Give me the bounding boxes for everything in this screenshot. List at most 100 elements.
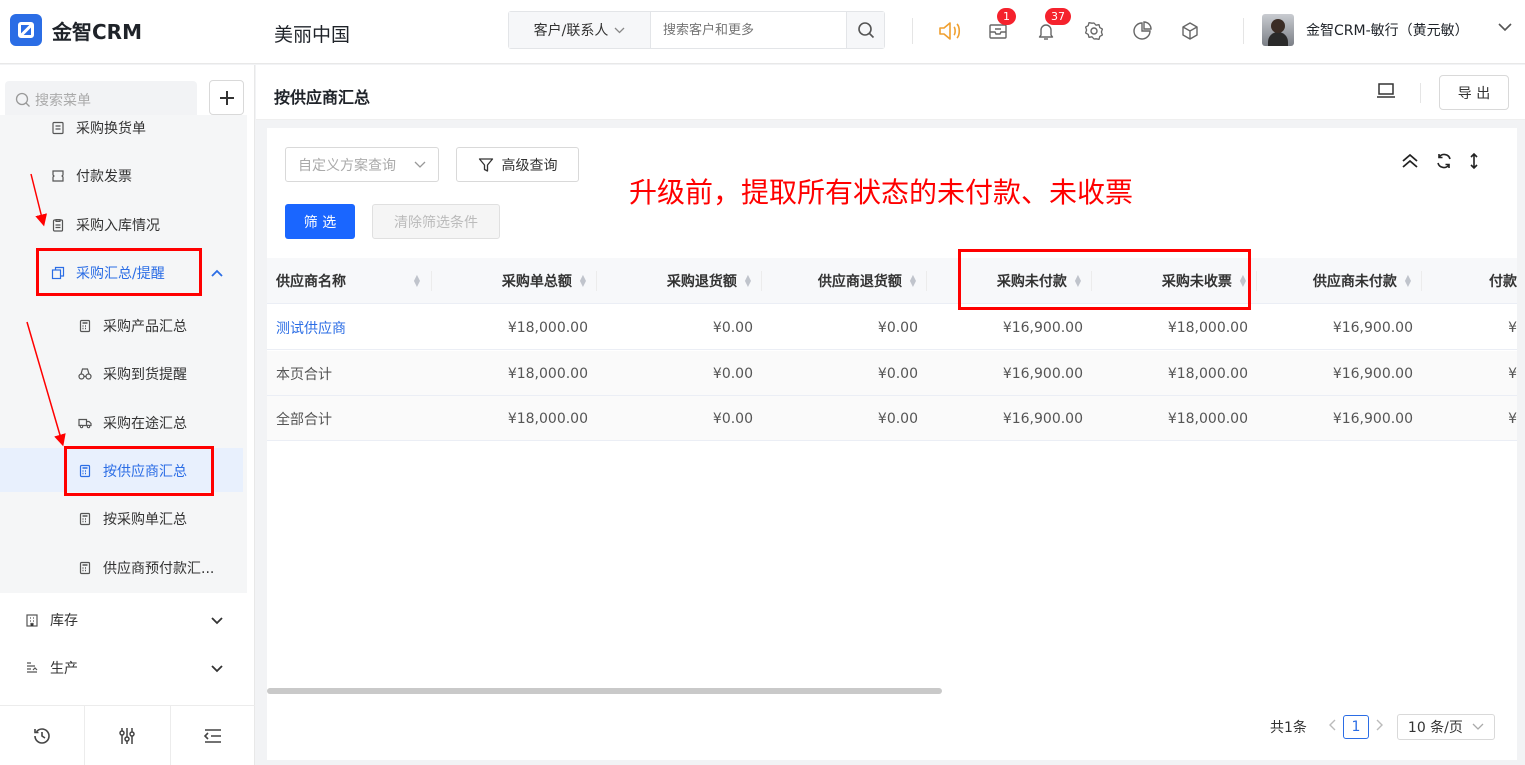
sidebar-item-production[interactable]: 生产 bbox=[24, 658, 229, 678]
column-header-supplier-return[interactable]: 供应商退货额 ▲ ▼ bbox=[762, 258, 927, 304]
sidebar-item-purchase-exchange[interactable]: 采购换货单 bbox=[50, 118, 146, 138]
cell: ¥18,000.00 bbox=[507, 365, 588, 382]
chevron-down-icon bbox=[414, 157, 426, 173]
column-header-purchase-return[interactable]: 采购退货额 ▲ ▼ bbox=[597, 258, 762, 304]
report-card: 自定义方案查询 高级查询 筛 选 清除筛选条件 升级前，提取所有状态的未付款、未… bbox=[267, 128, 1517, 760]
menu-search-placeholder: 搜索菜单 bbox=[35, 93, 91, 109]
chevron-down-icon[interactable] bbox=[1498, 20, 1512, 36]
sidebar-item-label: 采购到货提醒 bbox=[103, 367, 187, 383]
refresh-button[interactable] bbox=[1435, 152, 1453, 170]
page-size-label: 10 条/页 bbox=[1407, 720, 1463, 736]
sidebar-item-prepayment[interactable]: 供应商预付款汇... bbox=[77, 558, 214, 578]
sidebar-item-in-transit[interactable]: 采购在途汇总 bbox=[77, 413, 187, 433]
clear-filters-button[interactable]: 清除筛选条件 bbox=[372, 204, 500, 239]
collapse-up-button[interactable] bbox=[1401, 153, 1419, 169]
cell: ¥ bbox=[1508, 319, 1517, 336]
history-icon bbox=[34, 727, 50, 744]
search-button[interactable] bbox=[846, 12, 884, 48]
collapse-sidebar-button[interactable] bbox=[171, 706, 255, 765]
page-number-button[interactable]: 1 bbox=[1342, 715, 1369, 739]
user-name: 金智CRM-敏行（黄元敏） bbox=[1306, 23, 1469, 39]
cell: ¥16,900.00 bbox=[1332, 319, 1413, 336]
row-label: 全部合计 bbox=[276, 411, 332, 428]
apps-button[interactable] bbox=[1175, 16, 1205, 46]
calculator-icon bbox=[77, 560, 93, 576]
search-type-select[interactable]: 客户/联系人 bbox=[509, 12, 651, 48]
row-label: 本页合计 bbox=[276, 366, 332, 383]
document-icon bbox=[50, 120, 66, 136]
binoculars-icon bbox=[77, 366, 93, 382]
sort-icon: ▲ ▼ bbox=[909, 273, 916, 288]
column-label: 采购退货额 bbox=[666, 274, 737, 290]
add-menu-button[interactable] bbox=[209, 80, 244, 115]
cell: ¥16,900.00 bbox=[1002, 365, 1083, 382]
sidebar-item-purchase-inbound[interactable]: 采购入库情况 bbox=[50, 215, 160, 235]
messages-button[interactable]: 1 bbox=[983, 8, 1016, 46]
advanced-query-label: 高级查询 bbox=[501, 157, 558, 174]
print-button[interactable] bbox=[1376, 82, 1396, 104]
app-logo[interactable]: 金智CRM bbox=[10, 14, 142, 46]
sidebar-item-label: 供应商预付款汇... bbox=[103, 561, 215, 577]
double-chevron-up-icon bbox=[1402, 153, 1418, 168]
history-button[interactable] bbox=[0, 706, 86, 765]
divider bbox=[1243, 18, 1244, 44]
filter-icon bbox=[478, 157, 493, 172]
divider bbox=[1420, 83, 1421, 103]
export-button[interactable]: 导 出 bbox=[1439, 75, 1509, 110]
sidebar-item-label: 生产 bbox=[50, 661, 78, 677]
cell: ¥0.00 bbox=[877, 365, 918, 382]
search-icon bbox=[15, 92, 30, 107]
sidebar-item-product-summary[interactable]: 采购产品汇总 bbox=[77, 316, 187, 336]
sidebar-item-by-order[interactable]: 按采购单汇总 bbox=[77, 509, 187, 529]
menu-search-input[interactable]: 搜索菜单 bbox=[5, 81, 197, 119]
top-icons: 1 37 bbox=[935, 8, 1223, 46]
column-header-supplier[interactable]: 供应商名称 ▲ ▼ bbox=[267, 258, 432, 304]
customize-button[interactable] bbox=[85, 706, 171, 765]
building-icon bbox=[24, 612, 40, 628]
reports-button[interactable] bbox=[1127, 16, 1157, 46]
table-row: 全部合计 ¥18,000.00 ¥0.00 ¥0.00 ¥16,900.00 ¥… bbox=[267, 396, 1517, 441]
refresh-icon bbox=[1437, 153, 1451, 169]
table-header: 供应商名称 ▲ ▼ 采购单总额 ▲ ▼ 采购退货额 ▲ ▼ 供应商退货额 ▲ ▼ 采购未… bbox=[267, 258, 1517, 304]
sidebar-item-payment-invoice[interactable]: 付款发票 bbox=[50, 166, 132, 186]
cell: ¥ bbox=[1508, 410, 1517, 427]
avatar bbox=[1262, 14, 1294, 46]
settings-button[interactable] bbox=[1079, 16, 1109, 46]
plus-icon bbox=[219, 90, 234, 105]
column-header-supplier-unpaid[interactable]: 供应商未付款 ▲ ▼ bbox=[1257, 258, 1422, 304]
sidebar-item-label: 采购产品汇总 bbox=[103, 319, 187, 335]
scheme-query-select[interactable]: 自定义方案查询 bbox=[285, 147, 439, 182]
column-label: 付款 bbox=[1489, 274, 1517, 290]
prev-page-button[interactable] bbox=[1328, 719, 1337, 735]
supplier-link[interactable]: 测试供应商 bbox=[276, 305, 426, 350]
vertical-resize-icon bbox=[1470, 152, 1478, 170]
announcement-button[interactable] bbox=[935, 16, 965, 46]
column-header-order-total[interactable]: 采购单总额 ▲ ▼ bbox=[432, 258, 597, 304]
cell: ¥0.00 bbox=[712, 319, 753, 336]
sidebar-item-arrival-reminder[interactable]: 采购到货提醒 bbox=[77, 364, 187, 384]
column-header-payment[interactable]: 付款 bbox=[1422, 258, 1517, 304]
factory-icon bbox=[24, 660, 40, 676]
cell: ¥18,000.00 bbox=[1167, 365, 1248, 382]
alerts-badge: 37 bbox=[1045, 8, 1071, 25]
user-menu[interactable]: 金智CRM-敏行（黄元敏） bbox=[1262, 14, 1469, 46]
next-page-button[interactable] bbox=[1375, 719, 1383, 735]
sidebar-item-inventory[interactable]: 库存 bbox=[24, 610, 229, 630]
pagination: 共1条 1 10 条/页 bbox=[1270, 714, 1495, 740]
page-size-select[interactable]: 10 条/页 bbox=[1396, 714, 1495, 740]
column-label: 采购单总额 bbox=[501, 274, 572, 290]
horizontal-scrollbar[interactable] bbox=[267, 688, 942, 694]
alerts-button[interactable]: 37 bbox=[1031, 8, 1071, 46]
app-name: 金智CRM bbox=[52, 19, 142, 44]
search-input[interactable] bbox=[651, 12, 846, 48]
annotation-text: 升级前，提取所有状态的未付款、未收票 bbox=[629, 176, 1134, 209]
filter-button[interactable]: 筛 选 bbox=[285, 204, 355, 239]
cube-icon bbox=[1182, 22, 1198, 40]
gear-icon bbox=[1084, 22, 1104, 40]
chevron-left-icon bbox=[1328, 719, 1336, 731]
chevron-down-icon bbox=[211, 661, 223, 677]
company-name[interactable]: 美丽中国 bbox=[274, 20, 350, 47]
cell: ¥16,900.00 bbox=[1002, 410, 1083, 427]
row-height-button[interactable] bbox=[1469, 152, 1479, 170]
advanced-query-button[interactable]: 高级查询 bbox=[456, 147, 579, 182]
